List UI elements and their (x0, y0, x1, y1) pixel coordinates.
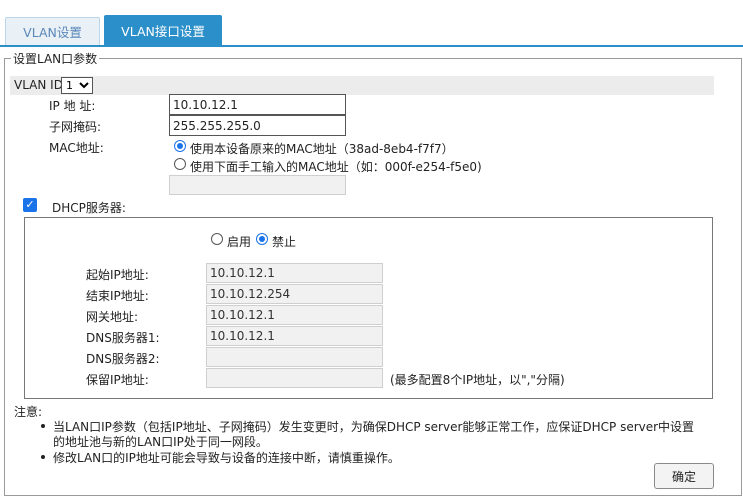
gateway-input[interactable] (206, 305, 383, 325)
vlan-id-label: VLAN ID (14, 78, 63, 92)
dhcp-disable-radio[interactable] (256, 233, 268, 245)
tab-vlan-interface-settings[interactable]: VLAN接口设置 (104, 15, 222, 46)
tab-vlan-settings[interactable]: VLAN设置 (5, 17, 100, 46)
tab-bar: VLAN设置 VLAN接口设置 (0, 0, 743, 47)
note-bullet (41, 424, 45, 428)
ip-address-input[interactable] (169, 94, 346, 115)
subnet-mask-input[interactable] (169, 115, 346, 136)
mac-manual-label: 使用下面手工输入的MAC地址（如：000f-e254-f5e0) (190, 160, 482, 174)
reserved-ip-label: 保留IP地址: (86, 373, 149, 387)
dns2-label: DNS服务器2: (86, 352, 160, 366)
dns2-input[interactable] (206, 347, 383, 367)
notes-title: 注意: (14, 405, 43, 419)
dhcp-enable-label: 启用 (227, 235, 252, 249)
mac-address-label: MAC地址: (49, 141, 104, 155)
dhcp-enable-radio[interactable] (211, 233, 223, 245)
note-item-1-line-2: 的地址池与新的LAN口IP处于同一网段。 (53, 435, 268, 449)
mac-original-label: 使用本设备原来的MAC地址（38ad-8eb4-f7f7） (190, 142, 454, 156)
dhcp-checkbox[interactable]: ✓ (23, 198, 37, 212)
mac-original-radio[interactable] (174, 140, 186, 152)
note-item-2: 修改LAN口的IP地址可能会导致与设备的连接中断，请慎重操作。 (53, 451, 400, 465)
dns1-label: DNS服务器1: (86, 331, 160, 345)
lan-settings-legend: 设置LAN口参数 (13, 52, 98, 66)
vlan-id-select[interactable]: 1 (61, 77, 93, 94)
start-ip-label: 起始IP地址: (86, 268, 149, 282)
reserved-ip-input[interactable] (206, 368, 383, 388)
end-ip-input[interactable] (206, 284, 383, 304)
dhcp-server-label: DHCP服务器: (52, 201, 126, 215)
gateway-label: 网关地址: (86, 310, 139, 324)
dhcp-disable-label: 禁止 (272, 235, 297, 249)
tab-underline (0, 45, 743, 47)
mac-manual-input[interactable] (169, 175, 346, 195)
mac-manual-radio[interactable] (174, 158, 186, 170)
ip-address-label: IP 地 址: (49, 99, 96, 113)
vlan-id-row (10, 76, 714, 95)
note-bullet (41, 455, 45, 459)
end-ip-label: 结束IP地址: (86, 289, 149, 303)
subnet-mask-label: 子网掩码: (49, 120, 102, 134)
reserved-ip-hint: (最多配置8个IP地址，以","分隔) (390, 373, 565, 387)
start-ip-input[interactable] (206, 263, 383, 283)
dns1-input[interactable] (206, 326, 383, 346)
confirm-button[interactable]: 确定 (654, 463, 714, 489)
